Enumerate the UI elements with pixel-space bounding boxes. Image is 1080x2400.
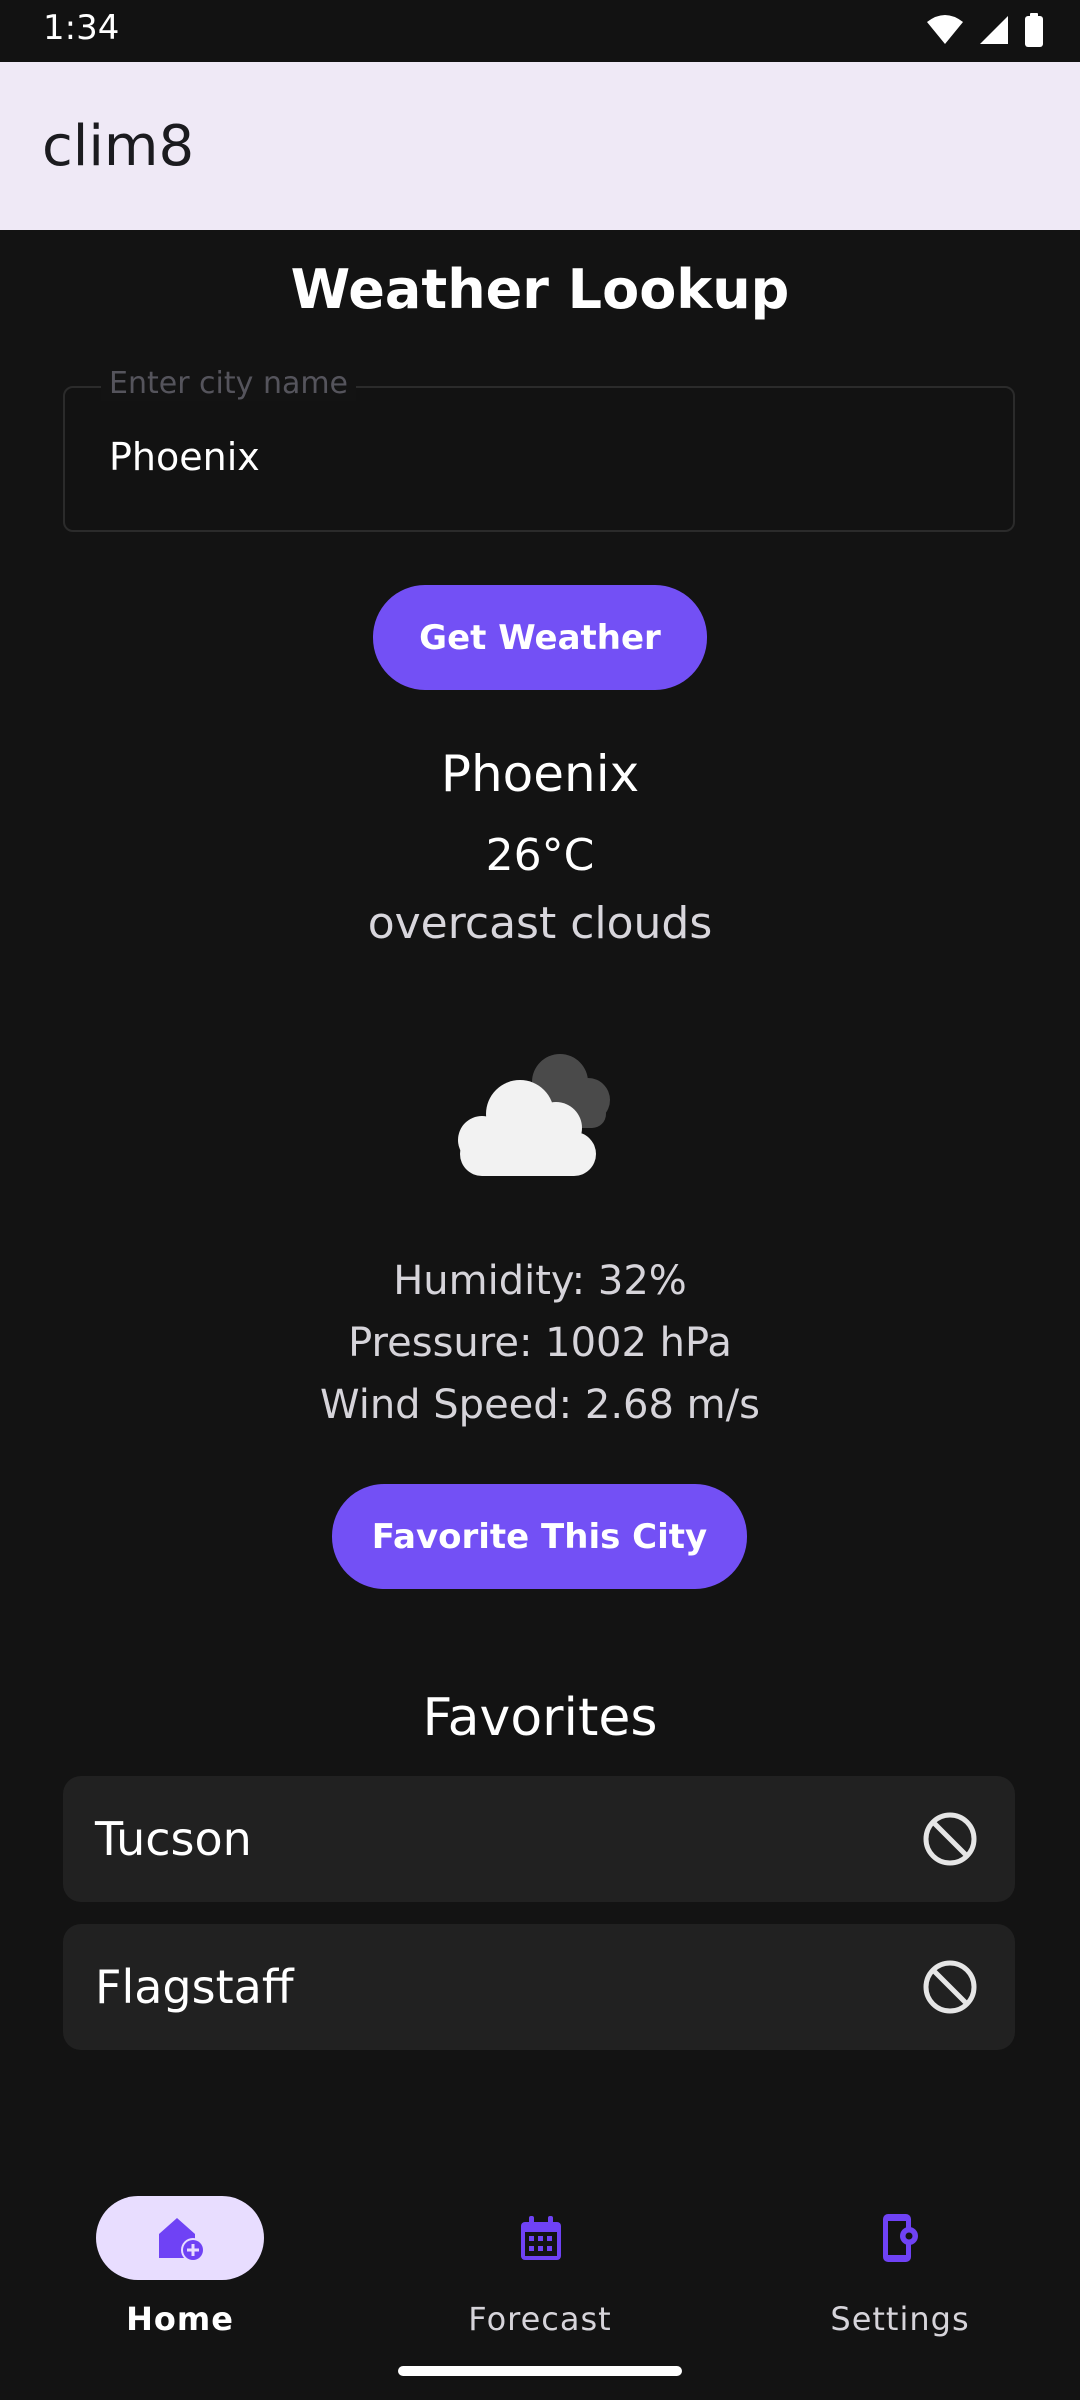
settings-phone-icon xyxy=(883,2214,918,2262)
city-input-label: Enter city name xyxy=(101,366,357,401)
favorite-item-label: Tucson xyxy=(95,1812,252,1866)
overcast-clouds-icon xyxy=(458,1054,610,1176)
favorite-city-button[interactable]: Favorite This City xyxy=(332,1484,747,1589)
nav-label-forecast: Forecast xyxy=(468,2300,612,2338)
wifi-icon xyxy=(927,15,963,44)
weather-temperature: 26°C xyxy=(485,830,595,881)
city-input-container: Enter city name xyxy=(63,366,1015,532)
home-icon xyxy=(159,2218,205,2262)
screen: 1:34 clim8 Weather Lookup Enter city nam… xyxy=(0,0,1080,2400)
favorite-item-label: Flagstaff xyxy=(95,1960,294,2014)
humidity-text: Humidity: 32% xyxy=(393,1258,687,1304)
app-title: clim8 xyxy=(42,114,195,179)
get-weather-button[interactable]: Get Weather xyxy=(373,585,707,690)
remove-icon[interactable] xyxy=(921,1958,979,2016)
app-bar: clim8 xyxy=(0,62,1080,230)
weather-details: Humidity: 32% Pressure: 1002 hPa Wind Sp… xyxy=(0,1250,1080,1436)
pressure-text: Pressure: 1002 hPa xyxy=(348,1320,732,1366)
nav-label-home: Home xyxy=(126,2300,234,2338)
status-time: 1:34 xyxy=(43,8,120,48)
city-input[interactable] xyxy=(107,434,971,480)
nav-item-settings[interactable]: Settings xyxy=(750,2158,1050,2338)
weather-city-name: Phoenix xyxy=(440,745,640,803)
nav-item-home[interactable]: Home xyxy=(30,2158,330,2338)
nav-item-forecast[interactable]: Forecast xyxy=(390,2158,690,2338)
signal-icon xyxy=(980,16,1008,44)
favorite-item-flagstaff[interactable]: Flagstaff xyxy=(63,1924,1015,2050)
bottom-navigation: Home Forecast Settings xyxy=(0,2120,1080,2400)
wind-speed-text: Wind Speed: 2.68 m/s xyxy=(320,1382,760,1428)
page-title: Weather Lookup xyxy=(290,258,790,321)
weather-description: overcast clouds xyxy=(367,898,713,949)
home-indicator[interactable] xyxy=(398,2366,682,2376)
calendar-icon xyxy=(521,2216,561,2260)
favorite-item-tucson[interactable]: Tucson xyxy=(63,1776,1015,1902)
favorites-title: Favorites xyxy=(422,1688,658,1748)
status-bar: 1:34 xyxy=(0,0,1080,62)
battery-icon xyxy=(1025,13,1043,47)
status-icons xyxy=(926,12,1044,48)
nav-label-settings: Settings xyxy=(830,2300,970,2338)
remove-icon[interactable] xyxy=(921,1810,979,1868)
